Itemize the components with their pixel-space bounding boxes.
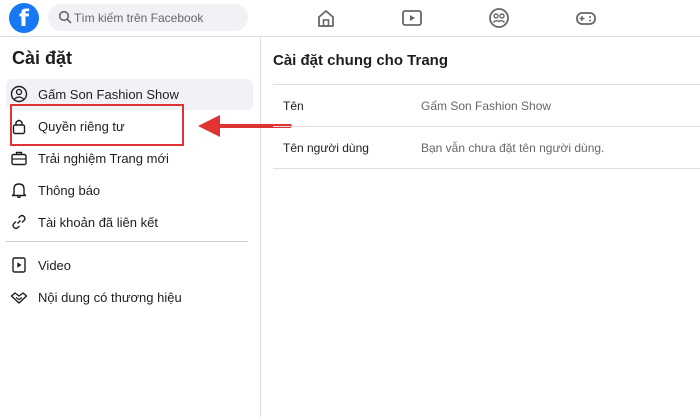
annotation-highlight-box	[10, 104, 184, 146]
name-value[interactable]: Gấm Son Fashion Show	[421, 99, 551, 113]
search-icon	[58, 10, 72, 24]
groups-icon[interactable]	[487, 6, 511, 30]
sidebar-item-linked-accounts[interactable]: Tài khoản đã liên kết	[6, 207, 253, 238]
sidebar-item-label: Gấm Son Fashion Show	[38, 87, 179, 102]
sidebar-item-label: Nội dung có thương hiệu	[38, 290, 182, 305]
sidebar-item-label: Video	[38, 258, 72, 273]
gaming-icon[interactable]	[574, 6, 598, 30]
top-navigation-bar: f	[0, 0, 700, 37]
bell-icon	[11, 183, 27, 199]
sidebar-item-label: Tài khoản đã liên kết	[38, 215, 158, 230]
section-divider	[273, 84, 700, 85]
sidebar-item-label: Thông báo	[38, 183, 101, 198]
sidebar-item-new-pages-experience[interactable]: Trải nghiệm Trang mới	[6, 143, 253, 174]
link-icon	[12, 214, 26, 230]
settings-sidebar: Cài đặt Gấm Son Fashion Show Quyền riêng…	[0, 37, 261, 417]
video-icon	[12, 257, 26, 273]
sidebar-item-video[interactable]: Video	[6, 250, 253, 281]
profile-icon	[10, 85, 28, 103]
home-icon[interactable]	[314, 6, 338, 30]
username-value[interactable]: Bạn vẫn chưa đặt tên người dùng.	[421, 141, 604, 155]
main-title: Cài đặt chung cho Trang	[273, 52, 449, 69]
sidebar-item-label: Trải nghiệm Trang mới	[38, 151, 169, 166]
handshake-icon	[10, 292, 28, 304]
search-input[interactable]	[74, 4, 244, 31]
watch-icon[interactable]	[400, 6, 424, 30]
settings-title: Cài đặt	[12, 48, 73, 68]
name-label: Tên	[283, 99, 304, 113]
row-divider	[273, 168, 700, 169]
row-divider	[273, 126, 700, 127]
sidebar-divider	[6, 241, 248, 242]
search-box[interactable]	[48, 4, 248, 31]
facebook-logo[interactable]: f	[9, 3, 39, 33]
briefcase-icon	[11, 151, 27, 166]
username-label: Tên người dùng	[283, 141, 369, 155]
sidebar-item-notifications[interactable]: Thông báo	[6, 175, 253, 206]
sidebar-item-branded-content[interactable]: Nội dung có thương hiệu	[6, 282, 253, 313]
